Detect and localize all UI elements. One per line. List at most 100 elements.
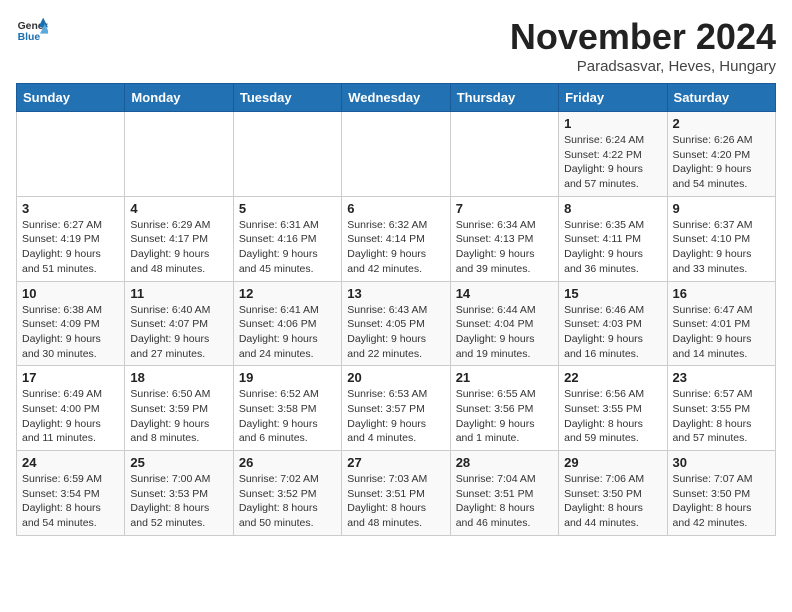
calendar-cell: 2 Sunrise: 6:26 AM Sunset: 4:20 PM Daylig… bbox=[667, 112, 775, 197]
calendar-cell: 1 Sunrise: 6:24 AM Sunset: 4:22 PM Daylig… bbox=[559, 112, 667, 197]
calendar-cell: 20 Sunrise: 6:53 AM Sunset: 3:57 PM Dayli… bbox=[342, 366, 450, 451]
day-info: Sunrise: 6:49 AM Sunset: 4:00 PM Dayligh… bbox=[22, 387, 119, 446]
calendar-cell: 11 Sunrise: 6:40 AM Sunset: 4:07 PM Dayli… bbox=[125, 281, 233, 366]
day-number: 16 bbox=[673, 286, 770, 301]
calendar-cell: 18 Sunrise: 6:50 AM Sunset: 3:59 PM Dayli… bbox=[125, 366, 233, 451]
day-info: Sunrise: 6:34 AM Sunset: 4:13 PM Dayligh… bbox=[456, 218, 553, 277]
day-number: 22 bbox=[564, 370, 661, 385]
day-info: Sunrise: 6:52 AM Sunset: 3:58 PM Dayligh… bbox=[239, 387, 336, 446]
day-info: Sunrise: 6:47 AM Sunset: 4:01 PM Dayligh… bbox=[673, 303, 770, 362]
calendar-cell: 17 Sunrise: 6:49 AM Sunset: 4:00 PM Dayli… bbox=[17, 366, 125, 451]
title-area: November 2024 Paradsasvar, Heves, Hungar… bbox=[510, 16, 776, 75]
day-number: 13 bbox=[347, 286, 444, 301]
calendar-cell: 23Sunrise: 6:57 AM Sunset: 3:55 PM Dayli… bbox=[667, 366, 775, 451]
day-info: Sunrise: 6:44 AM Sunset: 4:04 PM Dayligh… bbox=[456, 303, 553, 362]
header: General Blue November 2024 Paradsasvar, … bbox=[16, 16, 776, 75]
calendar-cell: 10 Sunrise: 6:38 AM Sunset: 4:09 PM Dayli… bbox=[17, 281, 125, 366]
day-info: Sunrise: 6:57 AM Sunset: 3:55 PM Dayligh… bbox=[673, 387, 770, 446]
day-number: 2 bbox=[673, 116, 770, 131]
calendar-cell: 12 Sunrise: 6:41 AM Sunset: 4:06 PM Dayli… bbox=[233, 281, 341, 366]
day-number: 10 bbox=[22, 286, 119, 301]
calendar-cell: 8 Sunrise: 6:35 AM Sunset: 4:11 PM Daylig… bbox=[559, 196, 667, 281]
calendar-cell: 22 Sunrise: 6:56 AM Sunset: 3:55 PM Dayli… bbox=[559, 366, 667, 451]
calendar-cell: 27Sunrise: 7:03 AM Sunset: 3:51 PM Dayli… bbox=[342, 451, 450, 536]
day-number: 30 bbox=[673, 455, 770, 470]
day-number: 3 bbox=[22, 201, 119, 216]
day-info: Sunrise: 7:03 AM Sunset: 3:51 PM Dayligh… bbox=[347, 472, 444, 531]
day-info: Sunrise: 6:31 AM Sunset: 4:16 PM Dayligh… bbox=[239, 218, 336, 277]
day-number: 26 bbox=[239, 455, 336, 470]
calendar-cell: 15 Sunrise: 6:46 AM Sunset: 4:03 PM Dayli… bbox=[559, 281, 667, 366]
calendar-cell: 13 Sunrise: 6:43 AM Sunset: 4:05 PM Dayli… bbox=[342, 281, 450, 366]
calendar-cell bbox=[125, 112, 233, 197]
day-info: Sunrise: 6:50 AM Sunset: 3:59 PM Dayligh… bbox=[130, 387, 227, 446]
day-info: Sunrise: 6:53 AM Sunset: 3:57 PM Dayligh… bbox=[347, 387, 444, 446]
weekday-header-cell: Sunday bbox=[17, 84, 125, 112]
day-number: 7 bbox=[456, 201, 553, 216]
location-title: Paradsasvar, Heves, Hungary bbox=[510, 58, 776, 75]
weekday-header-cell: Wednesday bbox=[342, 84, 450, 112]
svg-text:Blue: Blue bbox=[18, 32, 41, 43]
weekday-header-cell: Thursday bbox=[450, 84, 558, 112]
calendar-cell: 28 Sunrise: 7:04 AM Sunset: 3:51 PM Dayli… bbox=[450, 451, 558, 536]
day-number: 15 bbox=[564, 286, 661, 301]
calendar-week-row: 24Sunrise: 6:59 AM Sunset: 3:54 PM Dayli… bbox=[17, 451, 776, 536]
calendar-table: SundayMondayTuesdayWednesdayThursdayFrid… bbox=[16, 83, 776, 536]
day-info: Sunrise: 7:06 AM Sunset: 3:50 PM Dayligh… bbox=[564, 472, 661, 531]
calendar-cell: 21 Sunrise: 6:55 AM Sunset: 3:56 PM Dayli… bbox=[450, 366, 558, 451]
day-number: 12 bbox=[239, 286, 336, 301]
day-number: 11 bbox=[130, 286, 227, 301]
calendar-cell: 25 Sunrise: 7:00 AM Sunset: 3:53 PM Dayli… bbox=[125, 451, 233, 536]
calendar-cell: 24Sunrise: 6:59 AM Sunset: 3:54 PM Dayli… bbox=[17, 451, 125, 536]
logo: General Blue bbox=[16, 16, 48, 44]
calendar-cell: 30 Sunrise: 7:07 AM Sunset: 3:50 PM Dayli… bbox=[667, 451, 775, 536]
day-info: Sunrise: 6:40 AM Sunset: 4:07 PM Dayligh… bbox=[130, 303, 227, 362]
day-number: 4 bbox=[130, 201, 227, 216]
day-info: Sunrise: 7:07 AM Sunset: 3:50 PM Dayligh… bbox=[673, 472, 770, 531]
day-number: 9 bbox=[673, 201, 770, 216]
day-info: Sunrise: 6:38 AM Sunset: 4:09 PM Dayligh… bbox=[22, 303, 119, 362]
day-number: 5 bbox=[239, 201, 336, 216]
day-info: Sunrise: 6:37 AM Sunset: 4:10 PM Dayligh… bbox=[673, 218, 770, 277]
weekday-header-cell: Tuesday bbox=[233, 84, 341, 112]
day-info: Sunrise: 6:35 AM Sunset: 4:11 PM Dayligh… bbox=[564, 218, 661, 277]
day-info: Sunrise: 6:27 AM Sunset: 4:19 PM Dayligh… bbox=[22, 218, 119, 277]
calendar-week-row: 3 Sunrise: 6:27 AM Sunset: 4:19 PM Daylig… bbox=[17, 196, 776, 281]
month-title: November 2024 bbox=[510, 16, 776, 58]
day-number: 8 bbox=[564, 201, 661, 216]
day-info: Sunrise: 7:04 AM Sunset: 3:51 PM Dayligh… bbox=[456, 472, 553, 531]
day-number: 24 bbox=[22, 455, 119, 470]
calendar-cell: 7 Sunrise: 6:34 AM Sunset: 4:13 PM Daylig… bbox=[450, 196, 558, 281]
day-info: Sunrise: 6:32 AM Sunset: 4:14 PM Dayligh… bbox=[347, 218, 444, 277]
day-info: Sunrise: 6:43 AM Sunset: 4:05 PM Dayligh… bbox=[347, 303, 444, 362]
calendar-cell bbox=[233, 112, 341, 197]
day-info: Sunrise: 6:56 AM Sunset: 3:55 PM Dayligh… bbox=[564, 387, 661, 446]
day-number: 20 bbox=[347, 370, 444, 385]
weekday-header-cell: Friday bbox=[559, 84, 667, 112]
day-number: 21 bbox=[456, 370, 553, 385]
calendar-cell: 16 Sunrise: 6:47 AM Sunset: 4:01 PM Dayli… bbox=[667, 281, 775, 366]
day-number: 18 bbox=[130, 370, 227, 385]
calendar-cell: 4Sunrise: 6:29 AM Sunset: 4:17 PM Daylig… bbox=[125, 196, 233, 281]
day-info: Sunrise: 6:55 AM Sunset: 3:56 PM Dayligh… bbox=[456, 387, 553, 446]
calendar-cell bbox=[17, 112, 125, 197]
calendar-week-row: 1 Sunrise: 6:24 AM Sunset: 4:22 PM Daylig… bbox=[17, 112, 776, 197]
day-info: Sunrise: 6:41 AM Sunset: 4:06 PM Dayligh… bbox=[239, 303, 336, 362]
day-info: Sunrise: 6:46 AM Sunset: 4:03 PM Dayligh… bbox=[564, 303, 661, 362]
day-info: Sunrise: 6:24 AM Sunset: 4:22 PM Dayligh… bbox=[564, 133, 661, 192]
day-info: Sunrise: 7:02 AM Sunset: 3:52 PM Dayligh… bbox=[239, 472, 336, 531]
day-info: Sunrise: 7:00 AM Sunset: 3:53 PM Dayligh… bbox=[130, 472, 227, 531]
day-number: 1 bbox=[564, 116, 661, 131]
day-number: 28 bbox=[456, 455, 553, 470]
calendar-cell: 6Sunrise: 6:32 AM Sunset: 4:14 PM Daylig… bbox=[342, 196, 450, 281]
weekday-header-cell: Saturday bbox=[667, 84, 775, 112]
calendar-cell bbox=[450, 112, 558, 197]
logo-icon: General Blue bbox=[16, 16, 48, 44]
day-number: 25 bbox=[130, 455, 227, 470]
day-number: 19 bbox=[239, 370, 336, 385]
day-info: Sunrise: 6:26 AM Sunset: 4:20 PM Dayligh… bbox=[673, 133, 770, 192]
day-number: 17 bbox=[22, 370, 119, 385]
weekday-header-cell: Monday bbox=[125, 84, 233, 112]
calendar-week-row: 10 Sunrise: 6:38 AM Sunset: 4:09 PM Dayli… bbox=[17, 281, 776, 366]
calendar-cell: 5 Sunrise: 6:31 AM Sunset: 4:16 PM Daylig… bbox=[233, 196, 341, 281]
